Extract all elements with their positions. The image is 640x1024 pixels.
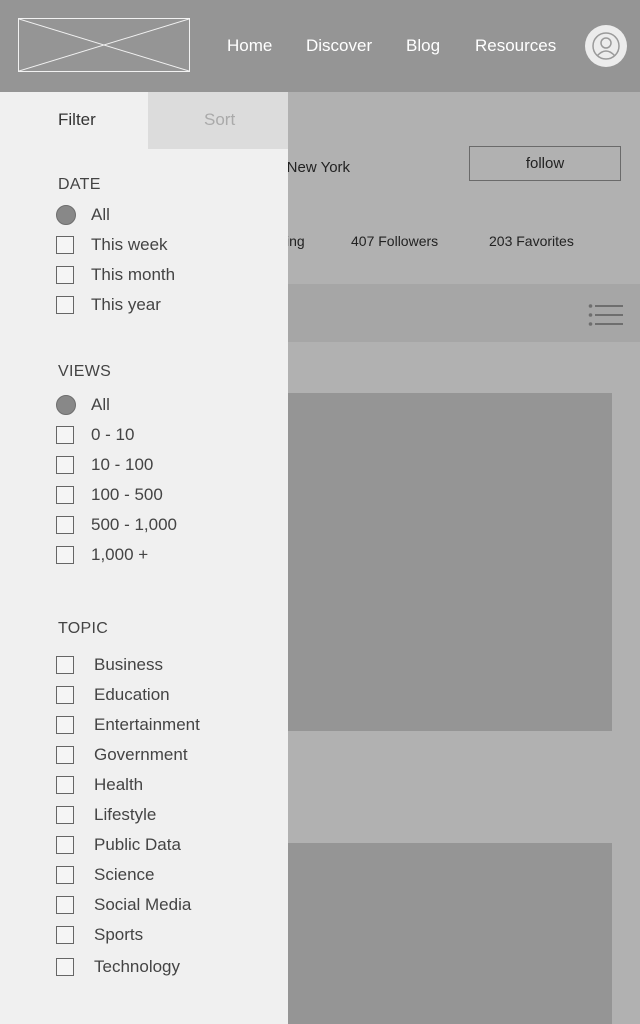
option-label: 1,000 + [91, 545, 149, 564]
option-label: 500 - 1,000 [91, 515, 178, 534]
checkbox[interactable] [56, 958, 74, 976]
checkbox[interactable] [56, 896, 74, 914]
checkbox[interactable] [56, 746, 74, 764]
checkbox[interactable] [56, 716, 74, 734]
nav-discover[interactable]: Discover [306, 36, 372, 56]
list-view-icon[interactable] [588, 303, 624, 329]
tab-sort-label: Sort [204, 110, 236, 129]
option-label: This week [91, 235, 168, 254]
content-card[interactable] [260, 393, 612, 731]
nav-blog[interactable]: Blog [406, 36, 440, 56]
checkbox[interactable] [56, 486, 74, 504]
section-title-date: DATE [58, 176, 101, 193]
option-label: Technology [94, 957, 181, 976]
top-header: Home Discover Blog Resources [0, 0, 640, 92]
checkbox[interactable] [56, 546, 74, 564]
option-label: All [91, 395, 110, 414]
checkbox[interactable] [56, 866, 74, 884]
option-label: Entertainment [94, 715, 200, 734]
follow-button[interactable]: follow [469, 146, 621, 181]
checkbox[interactable] [56, 926, 74, 944]
stat-favorites[interactable]: 203 Favorites [489, 233, 574, 249]
option-label: 10 - 100 [91, 455, 154, 474]
checkbox[interactable] [56, 266, 74, 284]
option-label: Sports [94, 925, 144, 944]
avatar[interactable] [585, 25, 627, 67]
stat-followers[interactable]: 407 Followers [351, 233, 438, 249]
filter-panel: Filter Sort DATE All This week This mont… [0, 92, 288, 1024]
tab-sort[interactable]: Sort [148, 92, 288, 149]
checkbox[interactable] [56, 656, 74, 674]
option-label: Science [94, 865, 155, 884]
checkbox[interactable] [56, 776, 74, 794]
checkbox[interactable] [56, 236, 74, 254]
checkbox[interactable] [56, 516, 74, 534]
nav-home[interactable]: Home [227, 36, 272, 56]
tab-filter[interactable]: Filter [0, 92, 148, 149]
radio-selected-icon [56, 205, 76, 225]
section-title-topic: TOPIC [58, 620, 109, 637]
tab-filter-label: Filter [58, 110, 96, 129]
option-label: This month [91, 265, 176, 284]
section-title-views: VIEWS [58, 363, 112, 380]
stat-following[interactable]: ing [286, 233, 305, 249]
option-label: 0 - 10 [91, 425, 135, 444]
user-icon [592, 32, 620, 60]
logo-placeholder-icon [19, 19, 189, 71]
checkbox[interactable] [56, 426, 74, 444]
option-label: Social Media [94, 895, 192, 914]
option-label: Education [94, 685, 170, 704]
option-label: All [91, 205, 110, 224]
logo-placeholder[interactable] [18, 18, 190, 72]
option-label: Public Data [94, 835, 181, 854]
option-label: Lifestyle [94, 805, 157, 824]
checkbox[interactable] [56, 456, 74, 474]
option-label: Business [94, 655, 163, 674]
option-label: Government [94, 745, 188, 764]
content-card[interactable] [260, 843, 612, 1024]
nav-resources[interactable]: Resources [475, 36, 556, 56]
option-label: Health [94, 775, 144, 794]
checkbox[interactable] [56, 296, 74, 314]
option-label: This year [91, 295, 161, 314]
checkbox[interactable] [56, 806, 74, 824]
radio-selected-icon [56, 395, 76, 415]
checkbox[interactable] [56, 836, 74, 854]
option-label: 100 - 500 [91, 485, 163, 504]
checkbox[interactable] [56, 686, 74, 704]
